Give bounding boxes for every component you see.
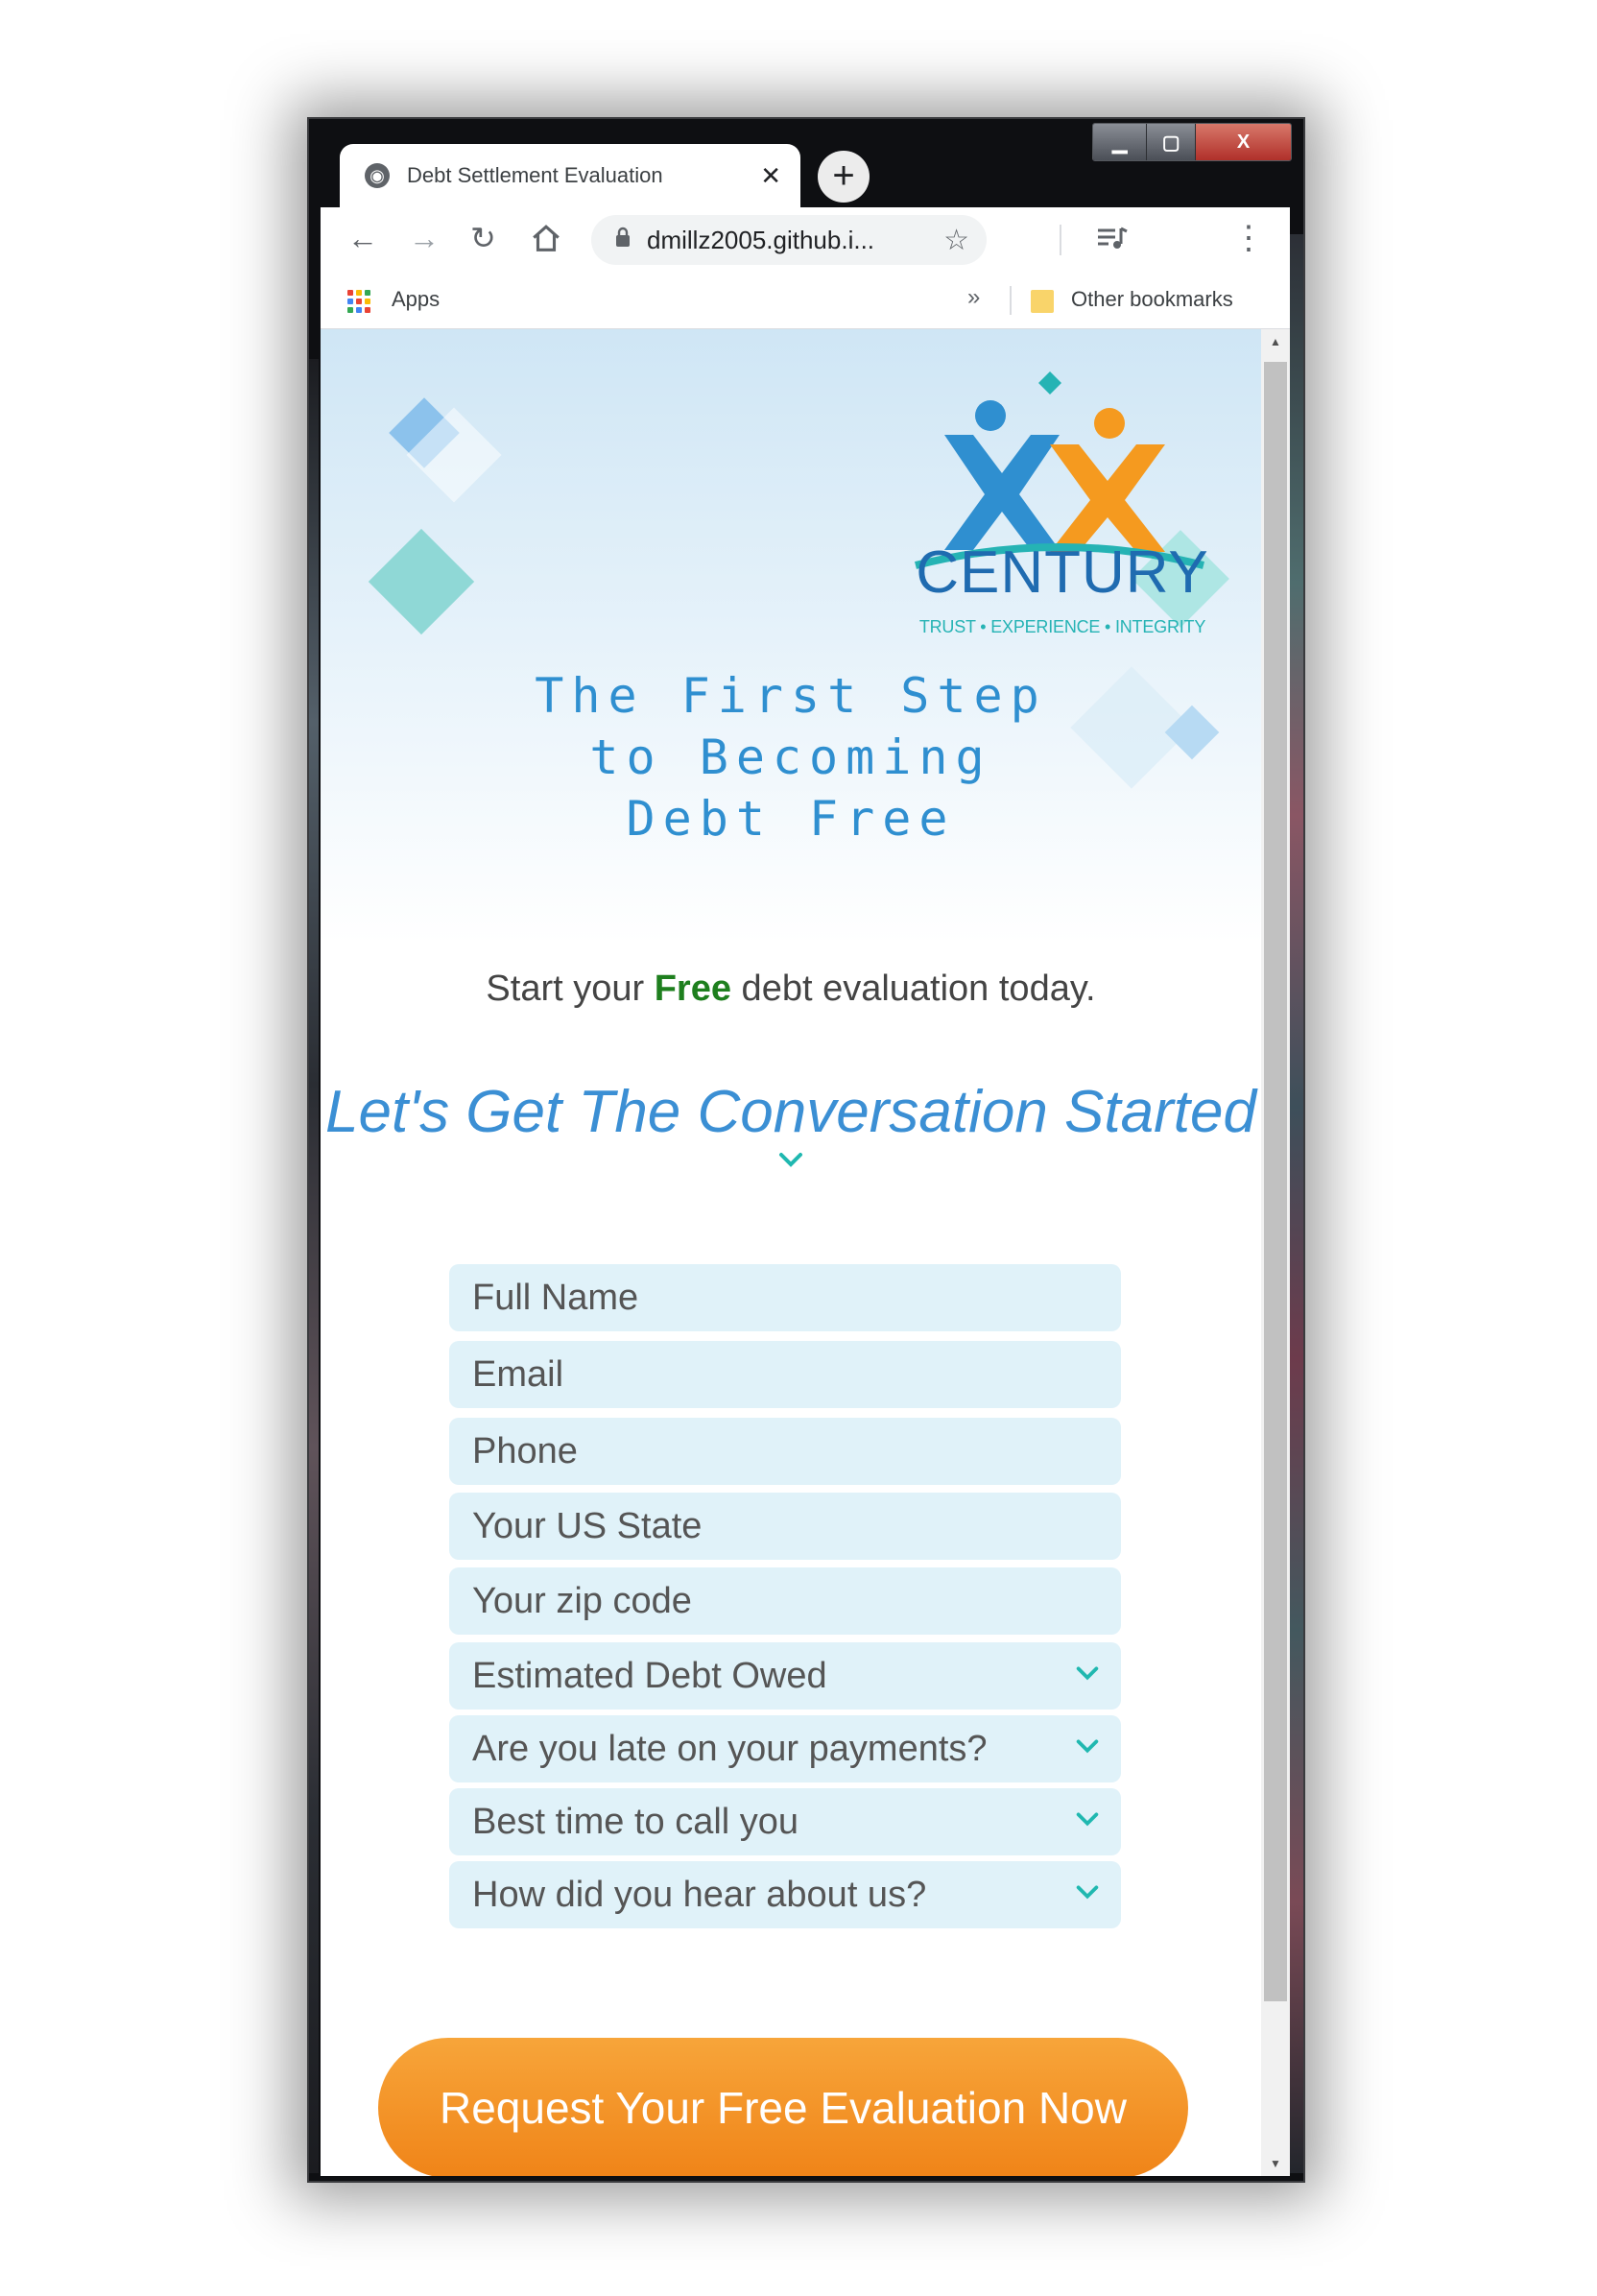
new-tab-button[interactable]: +	[818, 151, 870, 203]
lock-icon	[614, 227, 632, 253]
chevron-down-icon	[1076, 1666, 1099, 1681]
back-arrow-icon[interactable]: ←	[347, 219, 378, 257]
bookmark-star-icon[interactable]: ☆	[943, 224, 969, 257]
logo-wordmark: CENTURY	[916, 539, 1209, 606]
address-bar[interactable]: dmillz2005.github.i... ☆	[591, 215, 987, 265]
late-payments-select[interactable]: Are you late on your payments?	[449, 1715, 1121, 1782]
subtext-after: debt evaluation today.	[731, 969, 1096, 1009]
state-input[interactable]: Your US State	[449, 1493, 1121, 1560]
page-viewport: CENTURY TRUST • EXPERIENCE • INTEGRITY T…	[321, 329, 1290, 2176]
window-controls: ▁ ▢ X	[1092, 123, 1292, 161]
select-value: Estimated Debt Owed	[472, 1655, 827, 1696]
other-bookmarks[interactable]: Other bookmarks	[1071, 287, 1233, 312]
page-content: CENTURY TRUST • EXPERIENCE • INTEGRITY T…	[321, 329, 1261, 2176]
headline-line: Debt Free	[626, 791, 956, 847]
vertical-scrollbar[interactable]: ▲ ▼	[1261, 329, 1290, 2176]
home-icon[interactable]	[530, 219, 562, 264]
chevron-down-icon	[779, 1153, 802, 1167]
bookmarks-overflow-chevron[interactable]: »	[967, 284, 980, 311]
request-evaluation-button[interactable]: Request Your Free Evaluation Now	[378, 2038, 1188, 2176]
referral-source-select[interactable]: How did you hear about us?	[449, 1861, 1121, 1928]
window-edge-decoration	[1290, 234, 1303, 2173]
conversation-title: Let's Get The Conversation Started	[325, 1079, 1256, 1145]
zip-code-input[interactable]: Your zip code	[449, 1567, 1121, 1635]
chevron-down-icon	[1076, 1812, 1099, 1827]
bookmarks-divider	[1010, 286, 1012, 315]
select-value: Are you late on your payments?	[472, 1728, 988, 1769]
folder-icon	[1031, 290, 1054, 313]
headline-line: to Becoming	[589, 729, 992, 785]
browser-window: ▁ ▢ X ◉ Debt Settlement Evaluation ✕ + ←…	[307, 117, 1305, 2183]
scroll-down-arrow-icon[interactable]: ▼	[1261, 2157, 1290, 2170]
apps-bookmark[interactable]: Apps	[392, 287, 440, 312]
window-edge-decoration-left	[309, 359, 319, 2173]
full-name-input[interactable]: Full Name	[449, 1264, 1121, 1331]
email-input[interactable]: Email	[449, 1341, 1121, 1408]
hero-subtext: Start your Free debt evaluation today.	[321, 969, 1261, 1010]
subtext-free: Free	[654, 969, 731, 1009]
scrollbar-thumb[interactable]	[1264, 362, 1287, 2001]
headline-line: The First Step	[535, 668, 1047, 724]
minimize-button[interactable]: ▁	[1093, 124, 1148, 160]
browser-toolbar: ← → ↻ dmillz2005.github.i... ☆ ⋮	[321, 207, 1290, 273]
media-control-icon[interactable]	[1096, 219, 1129, 262]
tab-title: Debt Settlement Evaluation	[407, 163, 663, 187]
subtext-before: Start your	[486, 969, 655, 1009]
debt-owed-select[interactable]: Estimated Debt Owed	[449, 1642, 1121, 1710]
hero-headline: The First Step to Becoming Debt Free	[321, 665, 1261, 849]
maximize-button[interactable]: ▢	[1147, 124, 1196, 160]
globe-icon: ◉	[365, 163, 390, 188]
url-text: dmillz2005.github.i...	[647, 225, 875, 254]
reload-icon[interactable]: ↻	[470, 219, 496, 257]
scroll-up-arrow-icon[interactable]: ▲	[1261, 335, 1290, 348]
select-value: Best time to call you	[472, 1801, 799, 1842]
browser-tab[interactable]: ◉ Debt Settlement Evaluation ✕	[340, 144, 800, 207]
more-menu-icon[interactable]: ⋮	[1232, 219, 1265, 257]
chevron-down-icon	[1076, 1739, 1099, 1754]
close-window-button[interactable]: X	[1195, 124, 1291, 160]
call-time-select[interactable]: Best time to call you	[449, 1788, 1121, 1855]
logo-tagline: TRUST • EXPERIENCE • INTEGRITY	[918, 617, 1206, 636]
phone-input[interactable]: Phone	[449, 1418, 1121, 1485]
toolbar-divider	[1060, 225, 1061, 255]
apps-grid-icon[interactable]	[347, 290, 370, 313]
forward-arrow-icon[interactable]: →	[409, 219, 440, 257]
select-value: How did you hear about us?	[472, 1874, 927, 1915]
chevron-down-icon	[1076, 1885, 1099, 1900]
bookmarks-bar: Apps » Other bookmarks	[321, 273, 1290, 329]
close-tab-icon[interactable]: ✕	[760, 161, 781, 191]
